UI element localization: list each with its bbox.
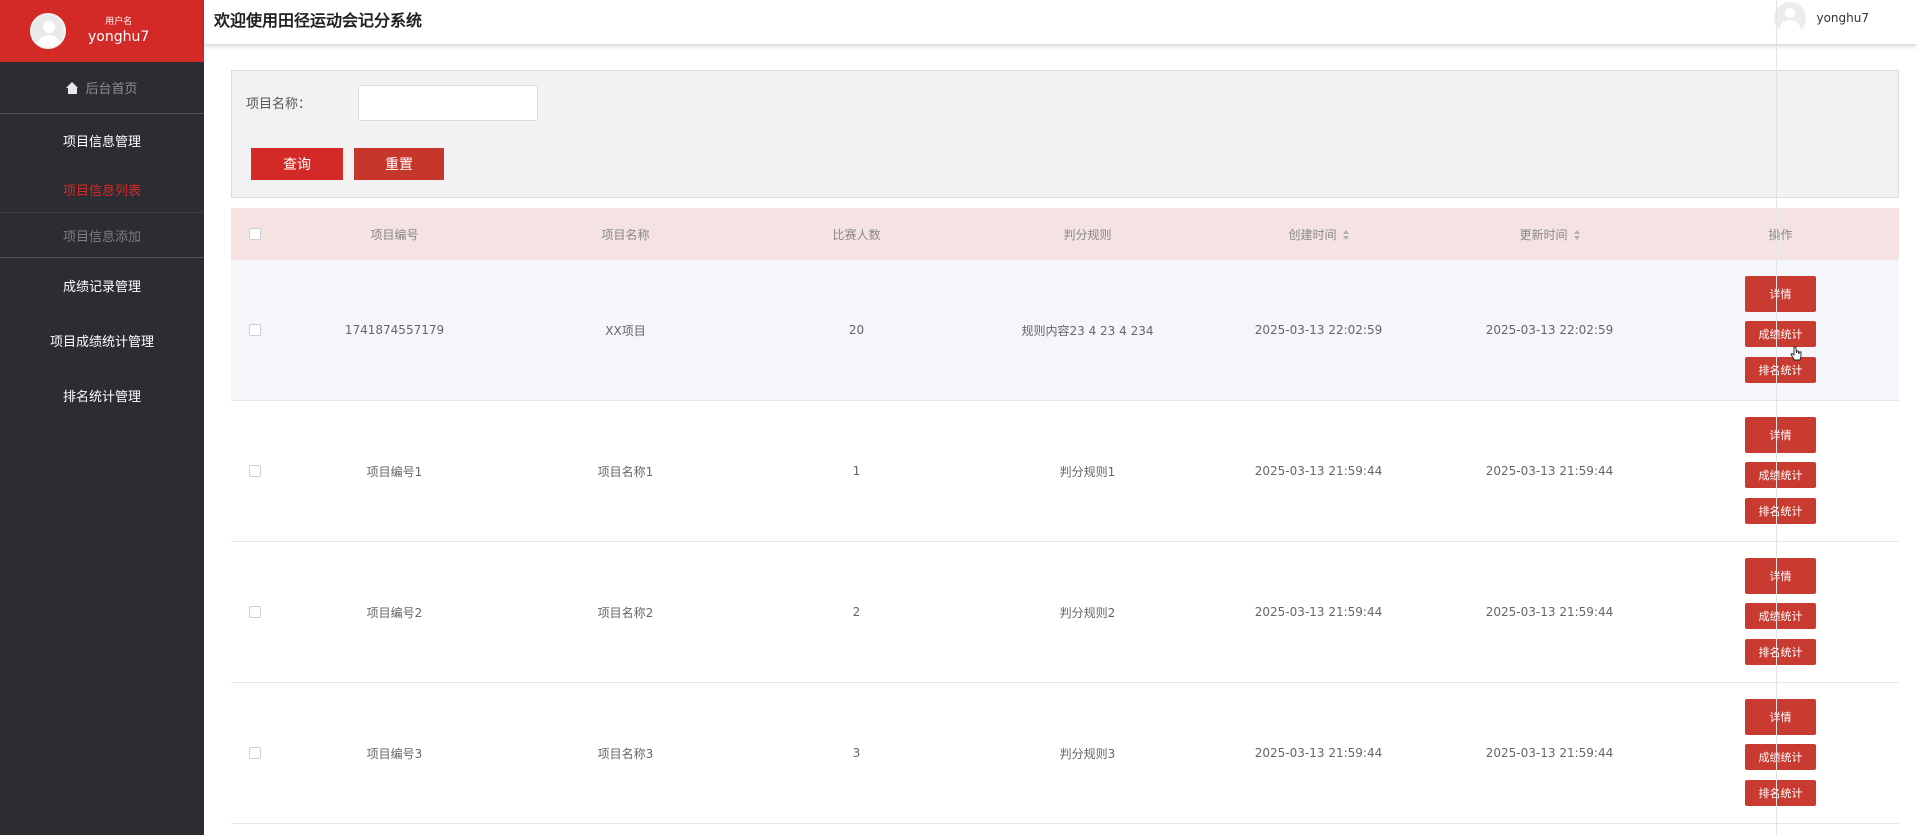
cell-participant-count: 20 (848, 323, 865, 337)
score-stats-button[interactable]: 成绩统计 (1745, 743, 1816, 770)
user-label: 用户名 (105, 17, 133, 27)
header-updated-time: 更新时间 (1519, 227, 1568, 242)
sidebar-item-home-label: 后台首页 (85, 82, 138, 97)
detail-button[interactable]: 详情 (1745, 416, 1816, 453)
cell-created-time: 2025-03-13 22:02:59 (1254, 323, 1383, 337)
cell-project-id: 项目编号2 (366, 605, 423, 620)
cell-project-id: 1741874557179 (344, 323, 445, 337)
cell-project-id: 项目编号3 (366, 746, 423, 761)
cell-created-time: 2025-03-13 21:59:44 (1254, 464, 1383, 478)
header-created-time: 创建时间 (1288, 227, 1337, 242)
row-checkbox[interactable] (249, 324, 261, 336)
user-avatar-icon (30, 13, 66, 49)
table-header: 项目编号 项目名称 比赛人数 判分规则 创建时间 更新时间 操作 (231, 208, 1899, 260)
cell-participant-count: 1 (852, 464, 861, 478)
header-participant-count: 比赛人数 (832, 227, 881, 242)
rank-stats-button[interactable]: 排名统计 (1745, 356, 1816, 383)
cell-actions: 详情 成绩统计 排名统计 (1665, 414, 1896, 529)
sidebar-item-home[interactable]: 后台首页 (0, 62, 204, 114)
detail-button[interactable]: 详情 (1745, 698, 1816, 735)
sidebar-group-score-records[interactable]: 成绩记录管理 (0, 258, 204, 313)
rank-stats-button[interactable]: 排名统计 (1745, 779, 1816, 806)
sidebar-group-project-info[interactable]: 项目信息管理 (0, 114, 204, 166)
cell-actions: 详情 成绩统计 排名统计 (1665, 696, 1896, 811)
page-title: 欢迎使用田径运动会记分系统 (214, 11, 423, 30)
row-checkbox[interactable] (249, 465, 261, 477)
reset-button[interactable]: 重置 (354, 148, 444, 180)
score-stats-button[interactable]: 成绩统计 (1745, 602, 1816, 629)
header-project-id: 项目编号 (370, 227, 419, 242)
header-project-name: 项目名称 (601, 227, 650, 242)
rank-stats-button[interactable]: 排名统计 (1745, 638, 1816, 665)
sidebar-user-box: 用户名 yonghu7 (0, 0, 204, 62)
sidebar-group-project-score-stats[interactable]: 项目成绩统计管理 (0, 313, 204, 368)
project-name-input[interactable] (358, 85, 538, 121)
cell-updated-time: 2025-03-13 22:02:59 (1485, 323, 1614, 337)
row-checkbox[interactable] (249, 606, 261, 618)
cell-created-time: 2025-03-13 21:59:44 (1254, 605, 1383, 619)
score-stats-button[interactable]: 成绩统计 (1745, 320, 1816, 347)
sidebar: 用户名 yonghu7 后台首页 项目信息管理 项目信息列表 项目信息添加 成绩… (0, 0, 204, 835)
cell-actions: 详情 成绩统计 排名统计 (1665, 555, 1896, 670)
search-label: 项目名称： (246, 97, 312, 112)
query-button[interactable]: 查询 (251, 148, 343, 180)
cell-updated-time: 2025-03-13 21:59:44 (1485, 746, 1614, 760)
table-row: 项目编号1 项目名称1 1 判分规则1 2025-03-13 21:59:44 … (231, 401, 1899, 542)
detail-button[interactable]: 详情 (1745, 275, 1816, 312)
header-user-menu[interactable]: yonghu7 (1774, 2, 1869, 34)
cell-project-name: XX项目 (605, 323, 646, 338)
table-row: 项目编号3 项目名称3 3 判分规则3 2025-03-13 21:59:44 … (231, 683, 1899, 824)
sidebar-username: yonghu7 (88, 29, 150, 45)
select-all-checkbox[interactable] (249, 228, 261, 240)
rank-stats-button[interactable]: 排名统计 (1745, 497, 1816, 524)
cell-updated-time: 2025-03-13 21:59:44 (1485, 605, 1614, 619)
row-checkbox[interactable] (249, 747, 261, 759)
sort-icon[interactable] (1573, 230, 1580, 240)
cell-participant-count: 2 (852, 605, 861, 619)
cell-scoring-rule: 判分规则2 (1059, 605, 1116, 620)
cell-created-time: 2025-03-13 21:59:44 (1254, 746, 1383, 760)
table-row: 项目编号2 项目名称2 2 判分规则2 2025-03-13 21:59:44 … (231, 542, 1899, 683)
project-table: 项目编号 项目名称 比赛人数 判分规则 创建时间 更新时间 操作 1741874… (231, 208, 1899, 824)
header-username: yonghu7 (1816, 11, 1869, 25)
sort-icon[interactable] (1342, 230, 1349, 240)
cell-project-name: 项目名称2 (597, 605, 654, 620)
cell-scoring-rule: 判分规则3 (1059, 746, 1116, 761)
score-stats-button[interactable]: 成绩统计 (1745, 461, 1816, 488)
top-header: 欢迎使用田径运动会记分系统 yonghu7 (204, 0, 1917, 44)
sidebar-item-project-add[interactable]: 项目信息添加 (0, 212, 204, 258)
cell-participant-count: 3 (852, 746, 861, 760)
header-updated-time-cell[interactable]: 更新时间 (1434, 226, 1665, 243)
sidebar-group-rank-stats[interactable]: 排名统计管理 (0, 368, 204, 423)
home-icon (66, 81, 79, 94)
search-panel: 项目名称： 查询 重置 (231, 70, 1899, 198)
table-row: 1741874557179 XX项目 20 规则内容23 4 23 4 234 … (231, 260, 1899, 401)
main-content: 项目名称： 查询 重置 项目编号 项目名称 比赛人数 判分规则 创建时间 更新时… (204, 44, 1917, 835)
header-scoring-rule: 判分规则 (1063, 227, 1112, 242)
cell-scoring-rule: 判分规则1 (1059, 464, 1116, 479)
cell-project-name: 项目名称1 (597, 464, 654, 479)
divider (1776, 0, 1777, 835)
cell-project-name: 项目名称3 (597, 746, 654, 761)
sidebar-item-project-list[interactable]: 项目信息列表 (0, 166, 204, 212)
cell-actions: 详情 成绩统计 排名统计 (1665, 273, 1896, 388)
cell-scoring-rule: 规则内容23 4 23 4 234 (1021, 323, 1154, 338)
cell-project-id: 项目编号1 (366, 464, 423, 479)
header-created-time-cell[interactable]: 创建时间 (1203, 226, 1434, 243)
cell-updated-time: 2025-03-13 21:59:44 (1485, 464, 1614, 478)
detail-button[interactable]: 详情 (1745, 557, 1816, 594)
header-avatar-icon (1774, 2, 1807, 34)
hand-cursor-icon (1790, 346, 1802, 361)
header-actions: 操作 (1768, 227, 1793, 242)
